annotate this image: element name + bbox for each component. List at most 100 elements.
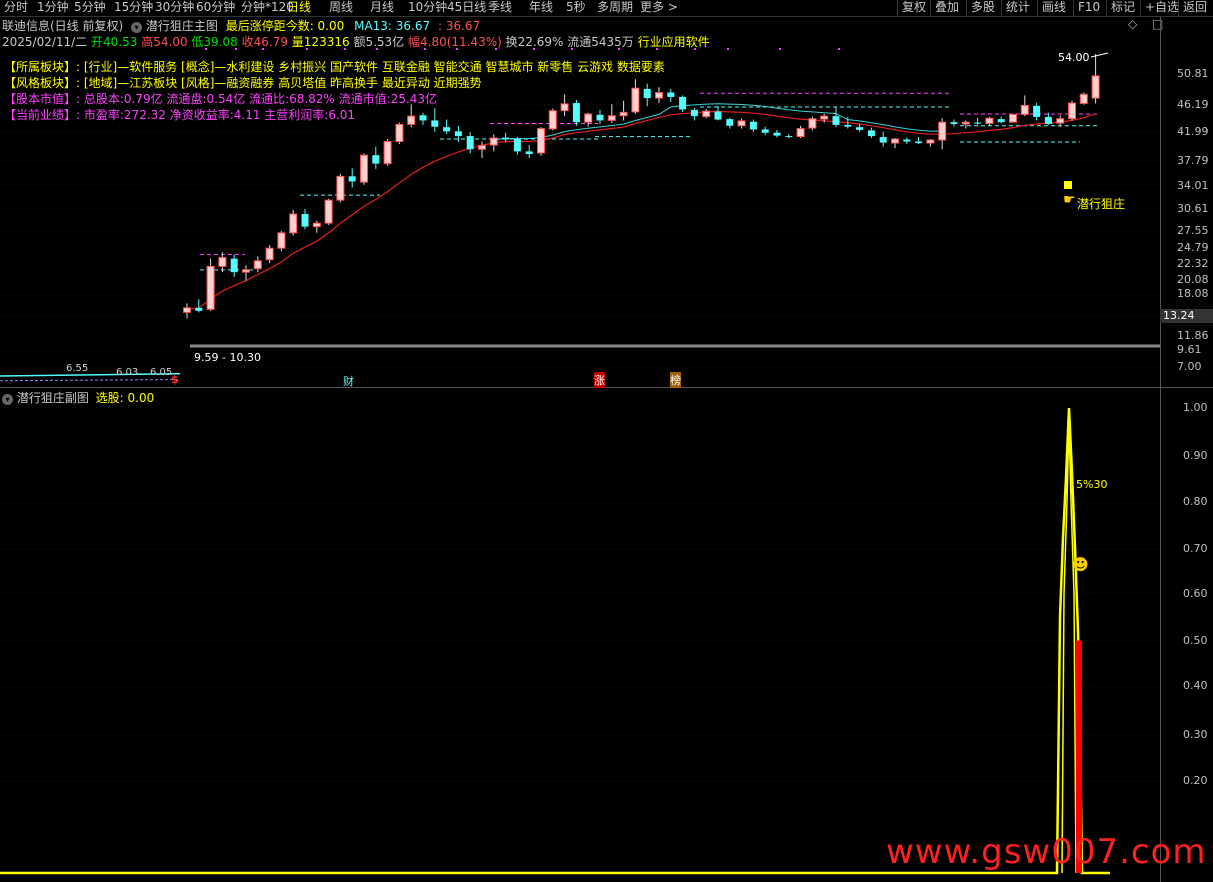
event-marker-finance[interactable]: 财: [343, 373, 354, 389]
candle-body: [607, 115, 616, 121]
dot-marker: [779, 48, 781, 50]
price-tick: 20.08: [1177, 273, 1209, 286]
candle-body: [1033, 105, 1041, 117]
dot-marker: [495, 48, 497, 50]
ma-line: [186, 110, 1096, 310]
candle-body: [407, 115, 416, 125]
sub-chart-title[interactable]: 潜行狙庄副图: [17, 391, 89, 405]
candle-body: [584, 113, 593, 123]
candle-body: [218, 257, 227, 267]
candle-body: [525, 151, 533, 155]
candle-body: [1056, 118, 1065, 124]
candle-body: [938, 121, 947, 141]
range-annotation: 9.59 - 10.30: [194, 351, 261, 364]
sub-tick: 0.20: [1183, 774, 1208, 787]
candle-body: [690, 109, 698, 117]
price-tick: 50.81: [1177, 67, 1209, 80]
candle-body: [1079, 93, 1088, 104]
sub-dropdown-icon[interactable]: ▾: [2, 394, 13, 405]
sub-tick: 0.90: [1183, 449, 1208, 462]
candle-body: [537, 128, 545, 154]
watermark: www.gsw007.com: [886, 832, 1207, 872]
candle-body: [679, 96, 687, 110]
dot-marker: [656, 48, 658, 50]
candle-body: [478, 145, 486, 150]
candle-body: [253, 260, 262, 270]
peak-label: 5%30: [1076, 478, 1108, 491]
dot-marker: [533, 48, 535, 50]
candle-body: [1091, 75, 1100, 99]
candle-body: [856, 127, 864, 130]
price-tick: 46.19: [1177, 98, 1209, 111]
candle-body: [560, 103, 569, 112]
candle-body: [395, 123, 404, 143]
candlestick-chart[interactable]: [0, 0, 1213, 882]
candle-body: [643, 88, 651, 99]
candle-body: [915, 141, 923, 144]
candle-body: [961, 121, 970, 125]
candle-body: [997, 119, 1005, 123]
candle-body: [383, 141, 392, 165]
pane-separator: [0, 387, 1213, 388]
candle-body: [879, 137, 887, 143]
candle-body: [820, 115, 829, 120]
high-arrow: [1090, 52, 1109, 58]
candle-body: [1020, 104, 1029, 115]
candle-body: [619, 111, 628, 117]
candle-body: [655, 92, 663, 99]
sub-tick: 0.70: [1183, 542, 1208, 555]
event-marker-dollar[interactable]: $: [171, 373, 179, 386]
candle-body: [489, 137, 498, 146]
candle-body: [348, 176, 356, 182]
signal-hand-icon: ☛: [1063, 192, 1076, 208]
dot-marker: [306, 48, 308, 50]
dot-marker: [727, 48, 729, 50]
dot-marker: [456, 48, 458, 50]
candle-body: [796, 128, 805, 138]
candle-body: [360, 154, 368, 183]
candle-body: [431, 120, 439, 127]
sub-tick: 0.30: [1183, 728, 1208, 741]
price-tick: 27.55: [1177, 224, 1209, 237]
price-tick: 22.32: [1177, 257, 1209, 270]
pre-period-line-2: [0, 379, 181, 382]
candle-body: [737, 120, 746, 127]
candle-body: [903, 139, 911, 142]
candle-body: [891, 138, 899, 144]
dot-marker: [694, 48, 696, 50]
signal-label: 潜行狙庄: [1077, 197, 1126, 211]
candle-body: [631, 87, 640, 113]
price-tick: 30.61: [1177, 202, 1209, 215]
candle-body: [867, 130, 875, 137]
price-tick: 18.08: [1177, 287, 1209, 300]
dot-marker: [838, 48, 840, 50]
candle-body: [844, 124, 852, 127]
dot-marker: [376, 48, 378, 50]
candle-body: [324, 199, 333, 224]
candle-body: [926, 139, 935, 144]
candle-body: [301, 214, 309, 227]
candle-body: [277, 232, 286, 249]
candle-body: [265, 247, 274, 261]
dot-marker: [571, 48, 573, 50]
candle-body: [466, 136, 474, 150]
candle-body: [714, 111, 722, 120]
sub-tick: 0.40: [1183, 679, 1208, 692]
candle-body: [974, 122, 982, 124]
smiley-icon: ☻: [1072, 555, 1089, 574]
candle-body: [596, 114, 604, 121]
high-annotation: 54.00: [1058, 51, 1090, 64]
candle-body: [832, 116, 840, 125]
candle-body: [572, 103, 580, 123]
dot-marker: [205, 48, 207, 50]
candle-body: [289, 213, 298, 234]
candle-body: [502, 137, 510, 140]
event-marker-limit[interactable]: 涨: [594, 372, 605, 388]
candle-body: [667, 92, 675, 97]
event-marker-list[interactable]: 榜: [670, 372, 681, 388]
candle-body: [1009, 113, 1017, 123]
low-annotation-3: 6.05: [150, 367, 173, 378]
signal-dot: [1064, 181, 1072, 189]
candle-body: [206, 265, 215, 310]
candle-body: [312, 222, 321, 228]
